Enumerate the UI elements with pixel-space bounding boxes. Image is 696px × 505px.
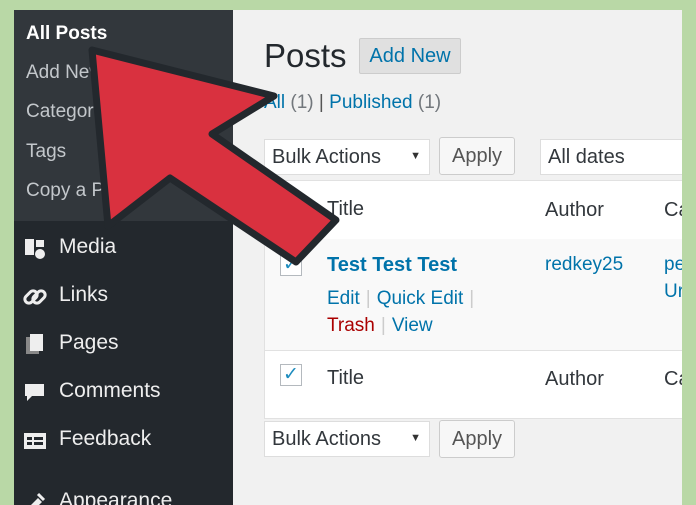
menu-comments[interactable]: Comments <box>14 372 233 412</box>
author-link[interactable]: redkey25 <box>545 254 623 276</box>
bulk-actions-select-bottom[interactable]: Bulk Actions ▼ <box>264 421 430 457</box>
menu-feedback[interactable]: Feedback <box>14 420 233 460</box>
bulk-actions-value-bottom: Bulk Actions <box>272 428 381 450</box>
filter-all[interactable]: All <box>264 92 285 113</box>
category-link[interactable]: pe <box>664 254 682 276</box>
links-icon <box>23 289 47 305</box>
filter-all-count: (1) <box>290 92 314 113</box>
row-checkbox[interactable]: ✓ <box>280 254 302 276</box>
appearance-icon <box>31 492 46 505</box>
submenu-copy-a-post[interactable]: Copy a Post <box>26 180 130 202</box>
pages-icon <box>26 334 43 354</box>
menu-media[interactable]: Media <box>14 228 233 268</box>
action-separator: | <box>469 288 475 309</box>
menu-pages-label: Pages <box>59 331 119 354</box>
menu-comments-label: Comments <box>59 379 161 402</box>
apply-button-bottom[interactable]: Apply <box>439 420 515 458</box>
action-separator: | <box>365 288 371 309</box>
filter-separator: | <box>318 92 324 113</box>
filter-published[interactable]: Published <box>329 92 412 113</box>
add-new-button[interactable]: Add New <box>359 38 461 74</box>
menu-appearance-label: Appearance <box>59 489 173 505</box>
table-footer: ✓ Title Author Ca <box>265 350 682 409</box>
apply-button-top[interactable]: Apply <box>439 137 515 175</box>
view-link[interactable]: View <box>392 315 433 336</box>
action-separator: | <box>380 315 386 336</box>
submenu-tags[interactable]: Tags <box>26 141 66 163</box>
media-icon <box>25 239 45 259</box>
menu-feedback-label: Feedback <box>59 427 152 450</box>
submenu-categories[interactable]: Categories <box>26 101 118 123</box>
feedback-icon <box>24 433 46 449</box>
dates-filter-value: All dates <box>548 146 625 168</box>
select-all-checkbox-bottom[interactable]: ✓ <box>280 364 302 386</box>
main-content: Posts Add New All (1) | Published (1) Bu… <box>233 10 682 505</box>
chevron-down-icon: ▼ <box>410 432 421 444</box>
chevron-down-icon: ▼ <box>410 150 421 162</box>
column-categories: Ca <box>664 199 682 221</box>
menu-media-label: Media <box>59 235 117 258</box>
admin-sidebar: All Posts Add New Categories Tags Copy a… <box>14 10 233 505</box>
select-all-checkbox[interactable] <box>280 198 302 220</box>
submenu-add-new[interactable]: Add New <box>26 62 103 84</box>
comments-icon <box>25 384 44 401</box>
menu-links-label: Links <box>59 283 109 306</box>
status-filters: All (1) | Published (1) <box>264 92 441 114</box>
footer-column-title[interactable]: Title <box>327 367 364 390</box>
footer-column-author: Author <box>545 368 604 390</box>
posts-table: Title Author Ca ✓ Test Test Test Edit|Qu… <box>264 180 682 419</box>
edit-link[interactable]: Edit <box>327 288 360 309</box>
filter-published-count: (1) <box>417 92 442 113</box>
column-author: Author <box>545 199 604 221</box>
bulk-actions-select-top[interactable]: Bulk Actions ▼ <box>264 139 430 175</box>
trash-link[interactable]: Trash <box>327 315 375 336</box>
footer-column-categories: Ca <box>664 368 682 390</box>
page-title: Posts <box>264 37 347 74</box>
table-header: Title Author Ca <box>265 181 682 240</box>
table-row: ✓ Test Test Test Edit | Quick Edit | Trash |… <box>265 239 682 350</box>
bulk-actions-value: Bulk Actions <box>272 146 381 168</box>
menu-links[interactable]: Links <box>14 276 233 316</box>
row-actions: Edit | Quick Edit | <box>327 288 480 310</box>
column-title[interactable]: Title <box>327 198 364 221</box>
category-link-second-line[interactable]: Ur <box>664 281 682 303</box>
submenu-all-posts[interactable]: All Posts <box>26 23 107 45</box>
row-actions-second-line: Trash | View <box>327 315 433 337</box>
menu-appearance[interactable]: Appearance <box>14 482 233 505</box>
post-title-link[interactable]: Test Test Test <box>327 254 457 277</box>
posts-submenu: All Posts Add New Categories Tags Copy a… <box>14 10 233 221</box>
menu-pages[interactable]: Pages <box>14 324 233 364</box>
dates-filter-select[interactable]: All dates <box>540 139 682 175</box>
quick-edit-link[interactable]: Quick Edit <box>377 288 464 309</box>
